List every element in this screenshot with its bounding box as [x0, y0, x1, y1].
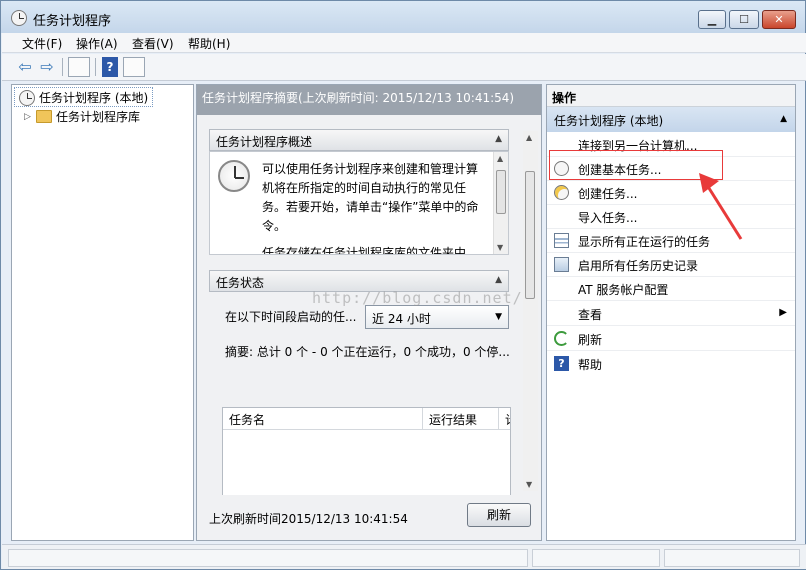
new-task-icon: [554, 185, 569, 200]
forward-arrow-icon[interactable]: ⇨: [37, 57, 57, 77]
period-label: 在以下时间段启动的任...: [225, 310, 357, 324]
folder-icon: [36, 110, 52, 123]
collapse-caret-icon[interactable]: ▲: [495, 275, 502, 285]
action-help[interactable]: ? 帮助: [547, 352, 795, 376]
help-icon[interactable]: ?: [102, 57, 118, 77]
action-label: 查看: [578, 308, 603, 322]
summary-scrollbar[interactable]: ▲ ▼: [523, 131, 538, 491]
status-cell: [8, 549, 528, 567]
actions-title: 操作: [547, 85, 795, 107]
tree-item-label: 任务计划程序库: [56, 110, 141, 124]
action-show-running-tasks[interactable]: 显示所有正在运行的任务: [547, 229, 795, 253]
summary-footer: 上次刷新时间2015/12/13 10:41:54 刷新: [197, 495, 541, 540]
task-table[interactable]: 任务名 运行结果 计: [222, 407, 511, 497]
watermark: http://blog.csdn.net/: [312, 289, 523, 307]
overview-section-header[interactable]: 任务计划程序概述 ▲: [209, 129, 509, 151]
help-icon: ?: [554, 356, 569, 371]
menu-action[interactable]: 操作(A): [76, 35, 118, 52]
maximize-button[interactable]: ☐: [729, 10, 759, 29]
summary-panel: 任务计划程序摘要(上次刷新时间: 2015/12/13 10:41:54) 任务…: [196, 84, 542, 541]
scroll-thumb[interactable]: [496, 170, 506, 214]
column-header-run-result[interactable]: 运行结果: [423, 408, 499, 430]
annotation-arrow: [699, 173, 743, 240]
toolbar-separator: [95, 58, 96, 76]
task-scheduler-icon: [11, 10, 27, 26]
action-label: 创建任务...: [578, 187, 638, 201]
period-dropdown[interactable]: 近 24 小时 ▼: [365, 305, 509, 329]
action-import-task[interactable]: 导入任务...: [547, 205, 795, 229]
period-value: 近 24 小时: [372, 312, 431, 326]
running-list-icon: [554, 233, 569, 248]
scroll-thumb[interactable]: [525, 171, 535, 299]
summary-header: 任务计划程序摘要(上次刷新时间: 2015/12/13 10:41:54): [197, 85, 541, 115]
column-header-task-name[interactable]: 任务名: [223, 408, 423, 430]
tree-item-task-library[interactable]: ▷ 任务计划程序库: [24, 108, 140, 128]
actions-group-label: 任务计划程序 (本地): [554, 114, 664, 128]
tree-item-task-scheduler-local[interactable]: 任务计划程序 (本地): [14, 87, 154, 107]
clock-icon: [218, 160, 250, 192]
scroll-up-icon[interactable]: ▲: [526, 133, 532, 142]
action-label: AT 服务帐户配置: [578, 283, 669, 297]
overview-scrollbar[interactable]: ▲ ▼: [493, 152, 508, 254]
status-cell: [664, 549, 800, 567]
overview-content: 可以使用任务计划程序来创建和管理计算机将在所指定的时间自动执行的常见任务。若要开…: [209, 151, 509, 255]
minimize-button[interactable]: ▁: [698, 10, 726, 29]
action-refresh[interactable]: 刷新: [547, 327, 795, 351]
submenu-arrow-icon: ▶: [779, 307, 787, 318]
clock-icon: [19, 90, 35, 106]
action-view[interactable]: 查看 ▶: [547, 302, 795, 326]
task-summary: 摘要: 总计 0 个 - 0 个正在运行，0 个成功，0 个停...: [225, 345, 510, 359]
action-label: 刷新: [578, 333, 603, 347]
refresh-icon: [554, 331, 569, 346]
section-title: 任务状态: [216, 276, 265, 290]
show-hide-action-pane-icon[interactable]: [123, 57, 145, 77]
expand-arrow-icon[interactable]: ▷: [24, 112, 31, 122]
action-create-task[interactable]: 创建任务...: [547, 181, 795, 205]
status-bar: [2, 544, 806, 569]
close-button[interactable]: ✕: [762, 10, 796, 29]
action-label: 启用所有任务历史记录: [578, 259, 699, 273]
section-title: 任务计划程序概述: [216, 135, 313, 149]
last-refresh-text: 上次刷新时间2015/12/13 10:41:54: [209, 512, 408, 526]
chevron-down-icon: ▼: [495, 312, 502, 322]
collapse-caret-icon[interactable]: ▲: [780, 114, 787, 124]
action-at-service-config[interactable]: AT 服务帐户配置: [547, 277, 795, 301]
history-icon: [554, 257, 569, 272]
overview-text: 可以使用任务计划程序来创建和管理计算机将在所指定的时间自动执行的常见任务。若要开…: [262, 162, 479, 233]
title-bar[interactable]: 任务计划程序 ▁ ☐ ✕: [1, 1, 805, 33]
actions-group-header[interactable]: 任务计划程序 (本地) ▲: [547, 107, 795, 132]
menu-bar: 文件(F) 操作(A) 查看(V) 帮助(H): [2, 33, 806, 53]
toolbar-separator: [62, 58, 63, 76]
menu-file[interactable]: 文件(F): [22, 35, 62, 52]
action-label: 帮助: [578, 358, 603, 372]
tree-item-label: 任务计划程序 (本地): [39, 91, 149, 105]
column-header-more[interactable]: 计: [499, 408, 510, 430]
status-cell: [532, 549, 660, 567]
app-window: 任务计划程序 ▁ ☐ ✕ 文件(F) 操作(A) 查看(V) 帮助(H) ⇦ ⇨…: [0, 0, 806, 570]
scroll-down-icon[interactable]: ▼: [526, 480, 532, 489]
refresh-button[interactable]: 刷新: [467, 503, 531, 527]
overview-text-continued: 任务存储在任务计划程序库的文件夹中: [262, 246, 467, 255]
toolbar: ⇦ ⇨ ?: [2, 54, 806, 81]
collapse-caret-icon[interactable]: ▲: [495, 134, 502, 144]
scroll-up-icon[interactable]: ▲: [497, 154, 503, 163]
navigation-tree: 任务计划程序 (本地) ▷ 任务计划程序库: [11, 84, 194, 541]
action-label: 导入任务...: [578, 211, 638, 225]
menu-help[interactable]: 帮助(H): [188, 35, 230, 52]
show-hide-console-tree-icon[interactable]: [68, 57, 90, 77]
action-enable-history[interactable]: 启用所有任务历史记录: [547, 253, 795, 277]
menu-view[interactable]: 查看(V): [132, 35, 174, 52]
scroll-down-icon[interactable]: ▼: [497, 243, 503, 252]
window-title: 任务计划程序: [33, 14, 112, 29]
back-arrow-icon[interactable]: ⇦: [15, 57, 35, 77]
